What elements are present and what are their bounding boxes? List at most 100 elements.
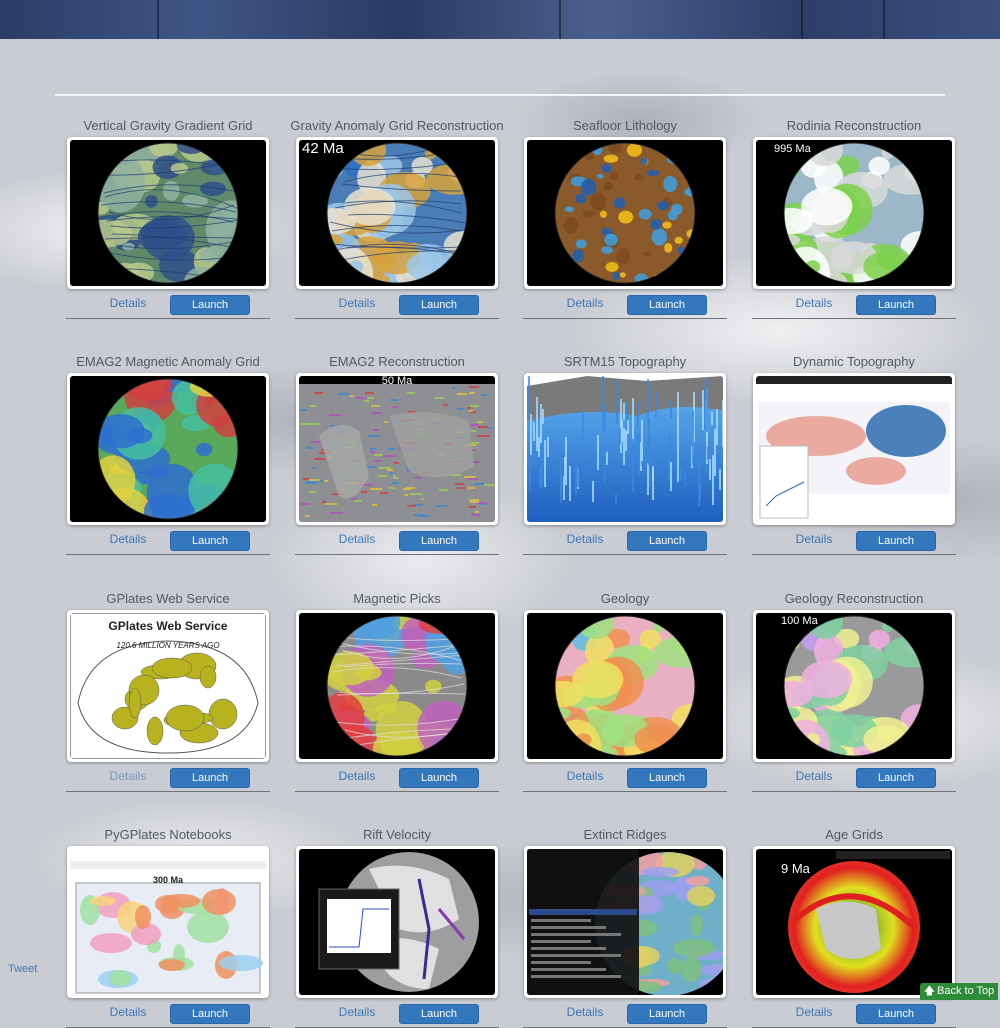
details-link[interactable]: Details — [782, 532, 846, 546]
details-link[interactable]: Details — [553, 532, 617, 546]
map-feature — [555, 680, 585, 708]
app-thumbnail[interactable]: 100 Ma — [753, 610, 955, 762]
app-thumbnail[interactable]: 50 Ma — [296, 373, 498, 525]
launch-button[interactable]: Launch — [170, 1004, 250, 1024]
map-feature — [202, 889, 236, 915]
card-divider — [295, 318, 499, 319]
details-link[interactable]: Details — [325, 1005, 389, 1019]
app-thumbnail[interactable] — [67, 137, 269, 289]
details-link[interactable]: Details — [96, 1005, 160, 1019]
map-feature — [471, 514, 480, 516]
launch-button[interactable]: Launch — [399, 768, 479, 788]
map-feature — [619, 428, 621, 444]
app-thumbnail[interactable]: 995 Ma — [753, 137, 955, 289]
map-feature — [469, 410, 473, 412]
map-feature — [98, 219, 133, 248]
map-feature — [469, 392, 475, 394]
map-feature — [784, 635, 800, 652]
details-link[interactable]: Details — [782, 769, 846, 783]
launch-button[interactable]: Launch — [170, 768, 250, 788]
map-feature — [151, 657, 193, 679]
map-feature — [706, 378, 708, 432]
map-feature — [564, 143, 579, 152]
app-thumbnail[interactable]: 42 Ma — [296, 137, 498, 289]
back-to-top-button[interactable]: 🡅 Back to Top — [920, 983, 998, 1000]
app-thumbnail[interactable] — [753, 373, 955, 525]
details-link[interactable]: Details — [325, 532, 389, 546]
details-link[interactable]: Details — [96, 296, 160, 310]
launch-button[interactable]: Launch — [627, 1004, 707, 1024]
map-feature — [544, 475, 546, 487]
details-link[interactable]: Details — [325, 296, 389, 310]
map-feature — [805, 733, 821, 747]
tweet-link[interactable]: Tweet — [8, 963, 37, 975]
app-grid: Vertical Gravity Gradient Grid Details Lau… — [66, 0, 958, 1028]
launch-button[interactable]: Launch — [170, 531, 250, 551]
map-feature — [308, 481, 316, 483]
map-feature — [370, 488, 382, 490]
map-feature — [162, 894, 200, 908]
map-feature — [681, 956, 701, 982]
app-thumbnail[interactable] — [524, 846, 726, 998]
map-feature — [475, 511, 479, 513]
map-feature — [404, 494, 408, 496]
card-title: Dynamic Topography — [793, 354, 915, 369]
launch-button[interactable]: Launch — [627, 768, 707, 788]
launch-button[interactable]: Launch — [856, 768, 936, 788]
map-feature — [651, 228, 668, 246]
launch-button[interactable]: Launch — [856, 531, 936, 551]
map-feature — [784, 207, 814, 235]
app-thumbnail[interactable]: GPlates Web Service 120.6 MILLION YEARS A… — [67, 610, 269, 762]
map-feature — [670, 400, 672, 418]
map-feature — [425, 679, 442, 694]
map-feature — [647, 169, 659, 177]
map-feature — [305, 515, 310, 517]
map-feature — [378, 475, 387, 477]
map-feature — [327, 692, 365, 744]
app-thumbnail[interactable] — [524, 137, 726, 289]
app-thumbnail[interactable] — [296, 610, 498, 762]
app-thumbnail[interactable] — [67, 373, 269, 525]
map-feature — [557, 143, 569, 152]
map-feature — [863, 724, 907, 755]
details-link[interactable]: Details — [782, 1005, 846, 1019]
details-link[interactable]: Details — [96, 532, 160, 546]
map-feature — [372, 412, 382, 414]
thumbnail-image — [756, 376, 952, 522]
map-feature — [709, 459, 711, 480]
launch-button[interactable]: Launch — [627, 531, 707, 551]
map-feature — [98, 148, 107, 166]
app-thumbnail[interactable] — [524, 373, 726, 525]
map-feature — [356, 397, 367, 399]
details-link[interactable]: Details — [782, 296, 846, 310]
details-link[interactable]: Details — [96, 769, 160, 783]
map-feature — [426, 163, 467, 195]
launch-button[interactable]: Launch — [399, 295, 479, 315]
app-thumbnail[interactable] — [524, 610, 726, 762]
details-link[interactable]: Details — [325, 769, 389, 783]
details-link[interactable]: Details — [553, 769, 617, 783]
launch-button[interactable]: Launch — [627, 295, 707, 315]
app-thumbnail[interactable]: 9 Ma — [753, 846, 955, 998]
launch-button[interactable]: Launch — [170, 295, 250, 315]
launch-button[interactable]: Launch — [399, 531, 479, 551]
map-feature — [436, 505, 447, 507]
launch-button[interactable]: Launch — [856, 1004, 936, 1024]
app-thumbnail[interactable] — [296, 846, 498, 998]
map-feature — [379, 467, 391, 469]
launch-button[interactable]: Launch — [399, 1004, 479, 1024]
map-feature — [846, 457, 906, 485]
map-feature — [389, 487, 395, 489]
map-feature — [327, 234, 343, 246]
map-feature — [457, 393, 467, 395]
map-feature — [632, 439, 634, 493]
map-feature — [349, 395, 354, 397]
settings-panel — [759, 445, 809, 519]
details-link[interactable]: Details — [553, 296, 617, 310]
launch-button[interactable]: Launch — [856, 295, 936, 315]
map-feature — [582, 210, 597, 218]
app-thumbnail[interactable]: 300 Ma — [67, 846, 269, 998]
details-link[interactable]: Details — [553, 1005, 617, 1019]
map-feature — [678, 263, 689, 270]
map-feature — [368, 435, 380, 437]
